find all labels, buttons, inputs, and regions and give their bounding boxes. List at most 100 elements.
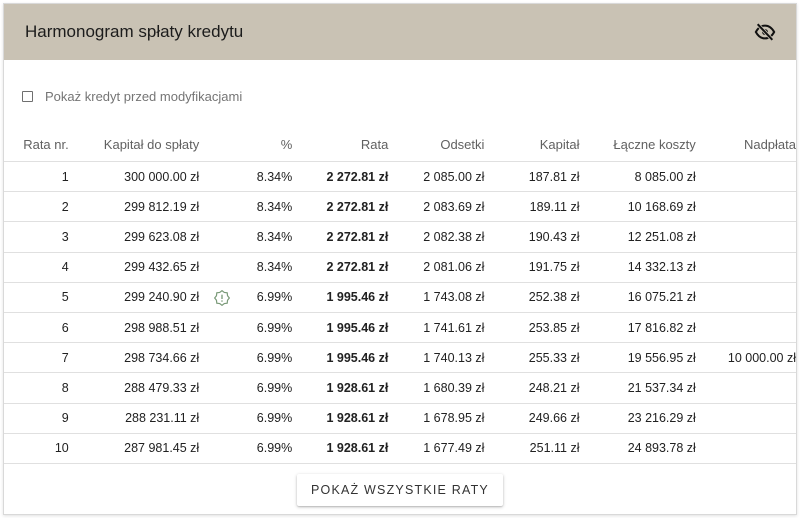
cell-percent-value: 6.99% (256, 350, 293, 365)
cell-capital-to-repay-value: 298 734.66 zł (124, 350, 200, 365)
cell-interest: 1 740.13 zł (388, 342, 485, 374)
cell-capital: 251.11 zł (484, 433, 580, 464)
cell-percent-value: 8.34% (256, 199, 293, 214)
cell-interest-value: 1 740.13 zł (423, 350, 485, 365)
cell-nr: 7 (4, 342, 69, 374)
cell-total-costs-value: 17 816.82 zł (627, 320, 696, 335)
cell-capital: 255.33 zł (484, 342, 580, 374)
cell-nr-value: 1 (61, 169, 69, 184)
cell-capital: 253.85 zł (484, 312, 580, 344)
cell-nr: 3 (4, 221, 69, 253)
cell-total-costs: 14 332.13 zł (579, 252, 696, 283)
cell-percent: 8.34% (199, 252, 293, 283)
cell-percent-value: 8.34% (256, 229, 293, 244)
cell-overpayment (695, 312, 796, 344)
show-before-modifications-checkbox[interactable] (22, 90, 33, 102)
cell-percent: 8.34% (199, 221, 293, 253)
cell-overpayment-value: 10 000.00 zł (727, 350, 796, 365)
cell-overpayment (695, 403, 796, 434)
cell-installment: 1 995.46 zł (292, 312, 389, 344)
cell-capital-to-repay: 288 231.11 zł (68, 403, 200, 434)
cell-installment: 1 995.46 zł (292, 282, 389, 313)
cell-interest-value: 2 081.06 zł (423, 260, 485, 275)
cell-capital-to-repay-value: 298 988.51 zł (124, 320, 200, 335)
column-header-nr: Rata nr. (4, 128, 69, 162)
cell-nr: 5 (4, 282, 69, 313)
cell-installment: 2 272.81 zł (292, 191, 389, 223)
cell-capital-value: 189.11 zł (529, 199, 580, 214)
cell-interest: 2 081.06 zł (388, 252, 485, 283)
cell-overpayment (695, 161, 796, 193)
cell-capital: 190.43 zł (484, 221, 580, 253)
cell-capital: 249.66 zł (484, 403, 580, 434)
column-header-interest: Odsetki (388, 128, 485, 162)
cell-nr-value: 3 (61, 229, 69, 244)
column-header-capital-to-repay: Kapitał do spłaty (68, 128, 200, 162)
cell-total-costs-value: 21 537.34 zł (627, 380, 696, 395)
cell-nr-value: 9 (61, 411, 69, 426)
cell-nr: 2 (4, 191, 69, 223)
table-body: 1 300 000.00 zł 8.34% 2 272.81 zł 2 085.00 z… (4, 161, 796, 464)
eye-off-icon (754, 22, 776, 42)
page-title: Harmonogram spłaty kredytu (25, 22, 244, 41)
cell-total-costs: 24 893.78 zł (579, 433, 696, 464)
cell-nr-value: 5 (61, 290, 69, 305)
cell-nr: 6 (4, 312, 69, 344)
cell-percent-value: 8.34% (256, 260, 293, 275)
cell-nr-value: 6 (61, 320, 69, 335)
cell-interest: 1 680.39 zł (388, 372, 485, 404)
cell-installment: 1 928.61 zł (292, 372, 389, 404)
show-before-modifications-option[interactable]: Pokaż kredyt przed modyfikacjami (22, 87, 796, 105)
cell-percent: 8.34% (199, 161, 293, 193)
cell-installment-value: 2 272.81 zł (326, 169, 389, 184)
cell-capital-value: 249.66 zł (528, 411, 580, 426)
cell-installment-value: 1 928.61 zł (326, 411, 389, 426)
table-row: 9 288 231.11 zł 6.99% 1 928.61 zł 1 678.95 z… (4, 403, 796, 434)
rate-change-alert-icon[interactable] (214, 289, 231, 306)
visibility-toggle-button[interactable] (752, 19, 778, 45)
cell-total-costs-value: 14 332.13 zł (627, 260, 696, 275)
cell-percent-value: 6.99% (256, 320, 293, 335)
cell-total-costs-value: 16 075.21 zł (627, 290, 696, 305)
payment-schedule-table: Rata nr. Kapitał do spłaty % Rata Odsetk… (4, 128, 796, 464)
cell-capital-value: 253.85 zł (528, 320, 580, 335)
cell-overpayment (695, 433, 796, 464)
cell-capital: 252.38 zł (484, 282, 580, 313)
cell-capital-to-repay: 298 734.66 zł (68, 342, 200, 374)
cell-nr-value: 4 (61, 260, 69, 275)
cell-capital-to-repay: 299 240.90 zł (68, 282, 200, 313)
cell-nr-value: 8 (61, 380, 69, 395)
cell-installment: 2 272.81 zł (292, 161, 389, 193)
cell-capital-to-repay-value: 299 432.65 zł (124, 260, 200, 275)
show-before-modifications-label: Pokaż kredyt przed modyfikacjami (45, 88, 243, 104)
cell-capital: 248.21 zł (484, 372, 580, 404)
cell-overpayment: 10 000.00 zł (695, 342, 796, 374)
cell-interest: 1 743.08 zł (388, 282, 485, 313)
show-all-installments-button[interactable]: POKAŻ WSZYSTKIE RATY (297, 474, 503, 506)
cell-installment: 1 928.61 zł (292, 403, 389, 434)
cell-capital: 187.81 zł (484, 161, 580, 193)
cell-capital-value: 252.38 zł (528, 290, 580, 305)
cell-interest-value: 2 082.38 zł (423, 229, 485, 244)
cell-capital-value: 248.21 zł (528, 380, 580, 395)
cell-overpayment (695, 372, 796, 404)
cell-capital-to-repay-value: 299 623.08 zł (124, 229, 200, 244)
cell-installment-value: 2 272.81 zł (326, 229, 389, 244)
cell-capital-to-repay: 299 812.19 zł (68, 191, 200, 223)
cell-percent-value: 6.99% (256, 411, 293, 426)
cell-capital: 189.11 zł (484, 191, 580, 223)
cell-capital-value: 190.43 zł (528, 229, 580, 244)
cell-percent: 6.99% (199, 342, 293, 374)
cell-capital-to-repay: 298 988.51 zł (68, 312, 200, 344)
table-row: 6 298 988.51 zł 6.99% 1 995.46 zł 1 741.61 z… (4, 312, 796, 344)
table-row: 3 299 623.08 zł 8.34% 2 272.81 zł 2 082.38 z… (4, 221, 796, 253)
cell-capital-to-repay-value: 288 231.11 zł (125, 411, 200, 426)
cell-capital-value: 191.75 zł (528, 260, 580, 275)
cell-nr: 10 (4, 433, 69, 464)
cell-interest: 2 083.69 zł (388, 191, 485, 223)
cell-nr: 1 (4, 161, 69, 193)
cell-capital-to-repay: 299 432.65 zł (68, 252, 200, 283)
cell-interest: 1 741.61 zł (388, 312, 485, 344)
cell-interest-value: 1 743.08 zł (423, 290, 485, 305)
cell-installment-value: 1 995.46 zł (326, 290, 389, 305)
